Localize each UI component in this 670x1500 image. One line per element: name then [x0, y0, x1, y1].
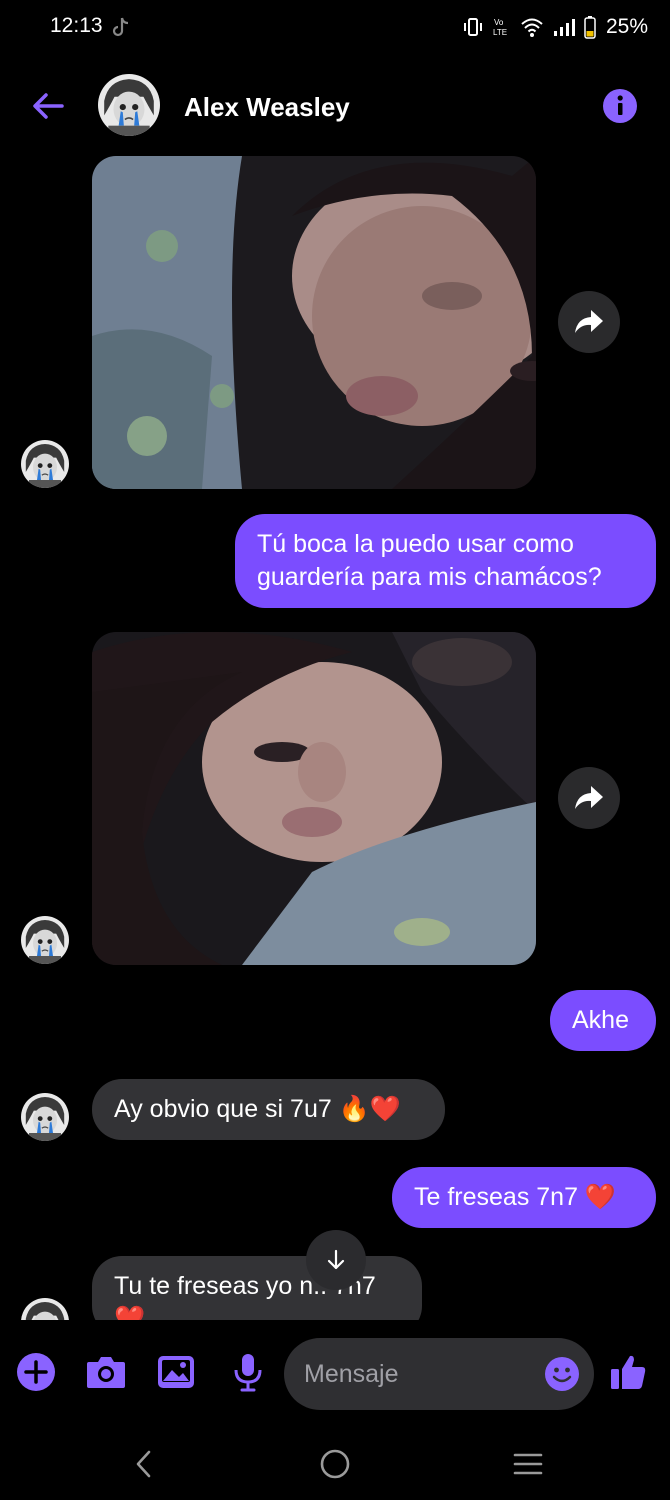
like-button[interactable] [606, 1350, 650, 1394]
conversation-header: Alex Weasley [0, 64, 670, 150]
camera-button[interactable] [84, 1350, 128, 1394]
svg-text:Vo: Vo [494, 18, 504, 27]
outgoing-message[interactable]: Tú boca la puedo usar como guardería par… [235, 514, 656, 608]
wifi-icon [521, 18, 543, 37]
arrow-down-icon [327, 1249, 345, 1270]
contact-name[interactable]: Alex Weasley [184, 92, 350, 123]
photo-image [92, 632, 536, 965]
message-composer [0, 1322, 670, 1422]
photo-message[interactable] [92, 156, 536, 489]
photo-image [92, 156, 536, 489]
status-bar: 12:13 Vo LTE 25% [0, 0, 670, 56]
contact-avatar-small[interactable] [21, 440, 69, 488]
contact-avatar[interactable] [98, 74, 160, 136]
incoming-message[interactable]: Tu te freseas yo n.. 7n7 ❤️ [92, 1256, 422, 1320]
plus-icon [17, 1353, 55, 1391]
back-arrow-icon[interactable] [28, 86, 68, 126]
image-icon [158, 1356, 194, 1388]
volte-icon: Vo LTE [493, 18, 507, 37]
message-list[interactable]: Tú boca la puedo usar como guardería par… [0, 150, 670, 1320]
menu-lines-icon [513, 1453, 543, 1475]
photo-message[interactable] [92, 632, 536, 965]
message-input[interactable] [304, 1338, 534, 1410]
scroll-to-bottom-button[interactable] [306, 1230, 366, 1290]
system-navigation-bar [0, 1422, 670, 1500]
microphone-icon [234, 1354, 262, 1392]
share-button[interactable] [558, 767, 620, 829]
incoming-message[interactable]: Ay obvio que si 7u7 🔥❤️ [92, 1079, 445, 1140]
signal-icon [553, 19, 575, 36]
outgoing-message[interactable]: Te freseas 7n7 ❤️ [392, 1167, 656, 1228]
gallery-button[interactable] [154, 1350, 198, 1394]
add-button[interactable] [14, 1350, 58, 1394]
share-forward-icon [575, 310, 603, 333]
voice-button[interactable] [226, 1350, 270, 1394]
battery-icon [584, 16, 596, 39]
circle-home-icon [320, 1449, 350, 1479]
message-input-container[interactable] [284, 1338, 594, 1410]
outgoing-message[interactable]: Akhe [550, 990, 656, 1051]
status-time: 12:13 [50, 14, 103, 37]
share-button[interactable] [558, 291, 620, 353]
nav-recents-button[interactable] [508, 1444, 548, 1484]
contact-avatar-small[interactable] [21, 916, 69, 964]
thumbs-up-icon [611, 1355, 646, 1389]
smiley-icon[interactable] [544, 1356, 580, 1392]
contact-avatar-small[interactable] [21, 1298, 69, 1320]
info-icon[interactable] [602, 88, 638, 124]
status-icons: Vo LTE 25% [462, 12, 648, 42]
camera-icon [87, 1357, 125, 1388]
share-forward-icon [575, 786, 603, 809]
battery-percent: 25% [605, 15, 648, 38]
tiktok-notification-icon [112, 17, 129, 37]
svg-text:LTE: LTE [493, 28, 507, 37]
nav-home-button[interactable] [315, 1444, 355, 1484]
vibrate-icon [463, 18, 482, 36]
chevron-left-icon [136, 1450, 151, 1478]
nav-back-button[interactable] [124, 1444, 164, 1484]
contact-avatar-small[interactable] [21, 1093, 69, 1141]
